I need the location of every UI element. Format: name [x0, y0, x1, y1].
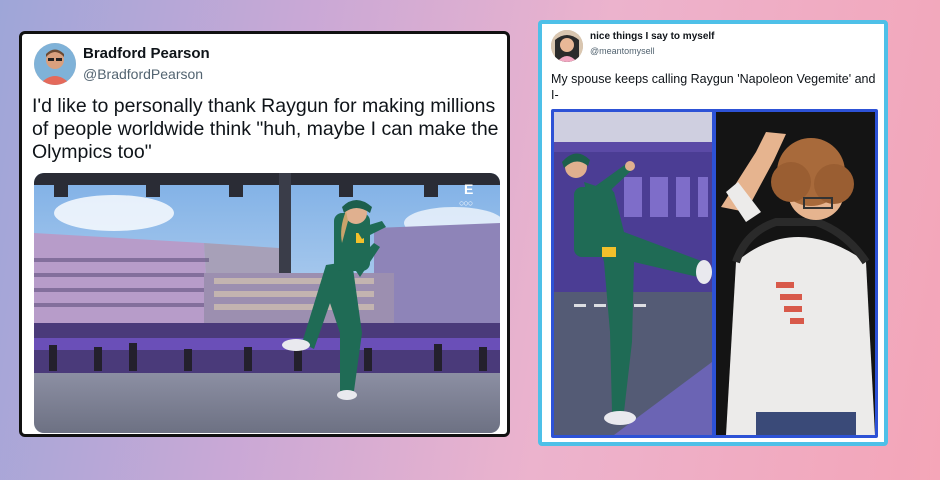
channel-logo: E — [464, 181, 474, 197]
tweet-card-bradford[interactable]: Bradford Pearson @BradfordPearson I'd li… — [19, 31, 510, 437]
photo-raygun-pose[interactable] — [554, 112, 712, 435]
tweet-text: My spouse keeps calling Raygun 'Napoleon… — [551, 72, 876, 102]
display-name[interactable]: Bradford Pearson — [83, 45, 210, 62]
photo-napoleon-dynamite[interactable] — [716, 112, 875, 435]
tweet-media-collage[interactable] — [551, 109, 878, 438]
tweet-photo-raygun-stage[interactable]: E ○○○ — [34, 173, 500, 433]
tweet-card-meantomysell[interactable]: nice things I say to myself @meantomysel… — [538, 20, 888, 446]
user-handle[interactable]: @meantomysell — [590, 46, 655, 56]
olympic-rings-logo: ○○○ — [459, 198, 473, 208]
tweet-text: I'd like to personally thank Raygun for … — [32, 95, 499, 163]
avatar[interactable] — [34, 43, 76, 85]
user-handle[interactable]: @BradfordPearson — [83, 66, 203, 82]
display-name[interactable]: nice things I say to myself — [590, 31, 714, 42]
avatar[interactable] — [551, 30, 583, 62]
